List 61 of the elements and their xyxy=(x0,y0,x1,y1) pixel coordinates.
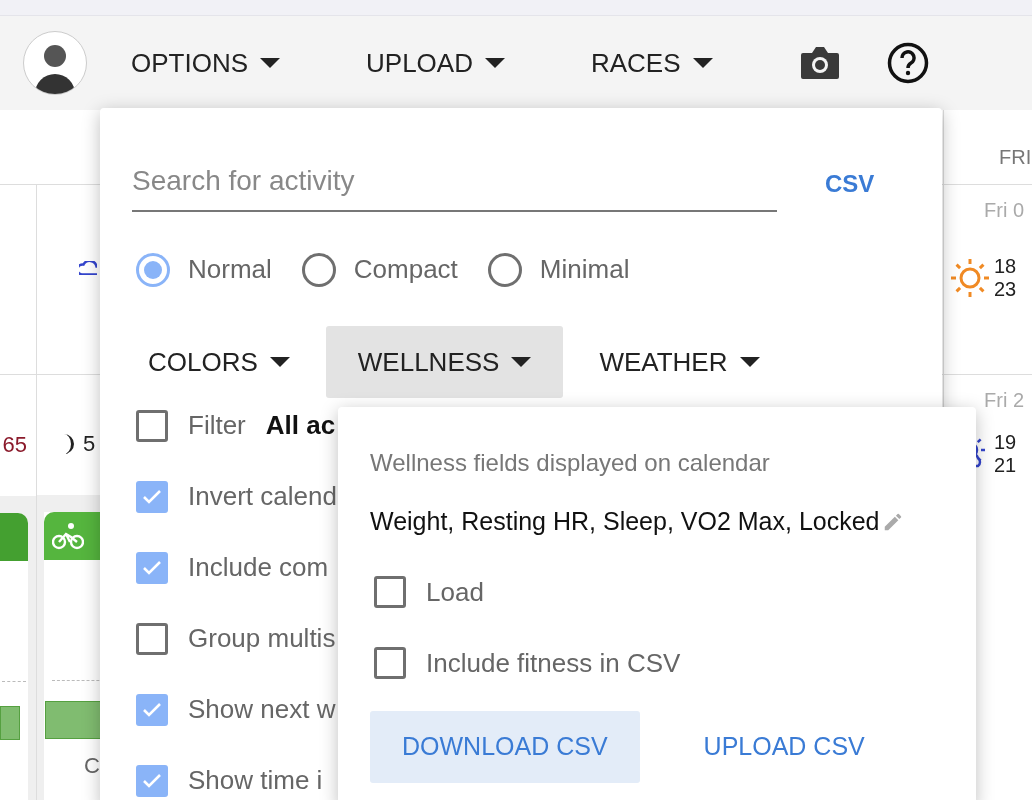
bar xyxy=(0,706,20,740)
caret-icon xyxy=(692,58,713,68)
setting-label: Show next w xyxy=(188,693,336,726)
option-label: Include fitness in CSV xyxy=(426,646,681,680)
caret-icon xyxy=(260,58,280,68)
sun-icon xyxy=(948,256,992,300)
caret-icon xyxy=(739,357,760,367)
filter-value[interactable]: All ac xyxy=(265,406,336,445)
caret-icon xyxy=(484,58,505,68)
camera-icon[interactable] xyxy=(798,45,841,81)
bicycle-icon xyxy=(52,522,84,550)
check-icon xyxy=(143,773,161,788)
csv-link[interactable]: CSV xyxy=(825,166,875,202)
help-icon[interactable] xyxy=(886,42,929,84)
setting-label: Filter xyxy=(188,409,246,442)
check-icon xyxy=(143,702,161,717)
wellness-caption: Wellness fields displayed on calendar xyxy=(370,448,771,478)
temperature-low: 18 xyxy=(994,255,1017,278)
option-label: Load xyxy=(426,575,484,609)
checkbox[interactable] xyxy=(136,551,168,584)
upload-button[interactable]: UPLOAD CSV xyxy=(671,710,897,783)
temperature-high: 23 xyxy=(994,278,1017,301)
day-date: Fri 0 xyxy=(983,198,1025,223)
activity-card-header xyxy=(0,513,28,561)
caret-icon xyxy=(511,357,532,367)
radio-label: Minimal xyxy=(539,253,630,286)
checkbox[interactable] xyxy=(136,764,168,797)
caret-icon xyxy=(269,357,290,367)
check-icon xyxy=(143,560,161,575)
download-button[interactable]: DOWNLOAD CSV xyxy=(370,710,640,783)
checkbox[interactable] xyxy=(136,480,168,513)
temperature-high: 21 xyxy=(994,454,1017,477)
setting-label: Include com xyxy=(188,551,329,584)
reading: 65 xyxy=(2,431,28,459)
setting-label: Invert calend xyxy=(188,480,337,513)
day-date: Fri 2 xyxy=(983,388,1025,413)
radio-label: Compact xyxy=(353,253,458,286)
check-icon xyxy=(143,489,161,504)
temperature-low: 19 xyxy=(994,431,1017,454)
bar-label: C xyxy=(84,752,101,780)
menu-button[interactable]: OPTIONS xyxy=(131,43,280,83)
checkbox[interactable] xyxy=(136,409,168,442)
menu-button[interactable]: RACES xyxy=(590,43,713,83)
setting-label: Show time i xyxy=(188,764,323,797)
checkbox[interactable] xyxy=(136,693,168,726)
radio-label: Normal xyxy=(188,253,272,286)
checkbox[interactable] xyxy=(374,576,406,608)
checkbox[interactable] xyxy=(136,622,168,655)
setting-label: Group multis xyxy=(188,622,336,655)
wellness-fields[interactable]: Weight, Resting HR, Sleep, VO2 Max, Locked xyxy=(370,503,880,541)
menu-button[interactable]: UPLOAD xyxy=(366,43,505,83)
cloud-icon xyxy=(79,261,97,275)
checkbox[interactable] xyxy=(374,647,406,679)
tab[interactable]: WELLNESS xyxy=(325,326,564,398)
radio-button[interactable] xyxy=(301,252,336,287)
day-header: FRI xyxy=(999,146,1032,168)
radio-button[interactable] xyxy=(136,252,170,287)
moon-value: 5 xyxy=(83,430,96,458)
search-field[interactable]: Search for activity xyxy=(132,156,777,212)
activity-card[interactable] xyxy=(0,513,28,800)
radio-button[interactable] xyxy=(487,252,522,287)
